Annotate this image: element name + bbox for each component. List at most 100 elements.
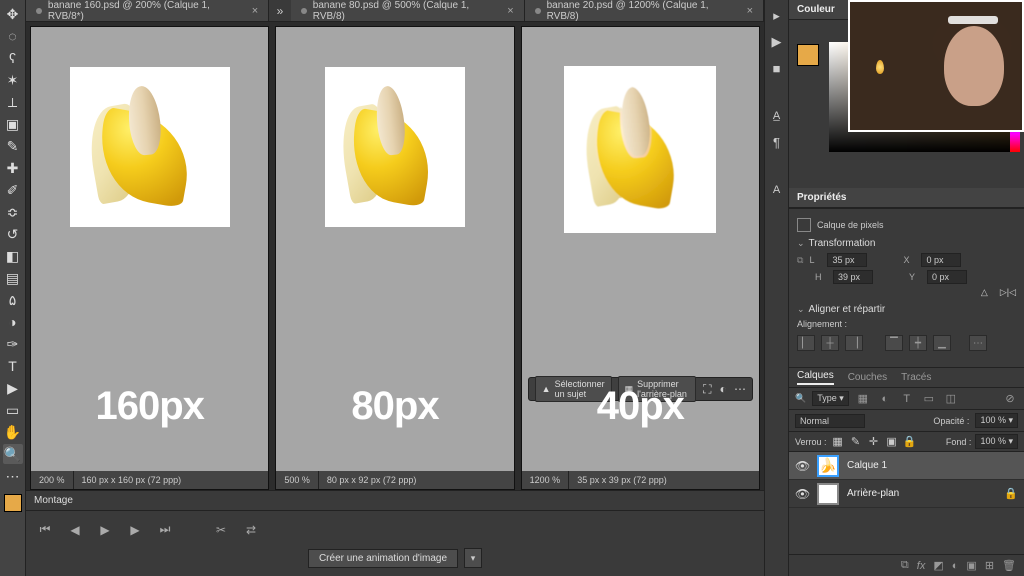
play-icon[interactable]: ▶ [96, 521, 114, 539]
cut-icon[interactable]: ✂ [212, 521, 230, 539]
blend-mode-select[interactable]: Normal [795, 414, 865, 428]
filter-type-icon[interactable]: T [899, 392, 915, 406]
healing-tool[interactable]: ✚ [3, 158, 23, 178]
frame-tool[interactable]: ▣ [3, 114, 23, 134]
filter-image-icon[interactable]: ▦ [855, 392, 871, 406]
history-brush-tool[interactable]: ↺ [3, 224, 23, 244]
lock-pixels-icon[interactable]: ✎ [849, 435, 863, 449]
artboard[interactable] [565, 67, 715, 232]
create-animation-dropdown[interactable]: ▾ [464, 548, 482, 568]
first-frame-icon[interactable]: ⏮ [36, 521, 54, 539]
align-right-icon[interactable]: ▕ [845, 335, 863, 351]
character-icon[interactable]: A̲ [769, 108, 785, 124]
eyedropper-tool[interactable]: ✎ [3, 136, 23, 156]
adjustment-icon[interactable]: ◐ [952, 560, 959, 572]
search-icon[interactable]: 🔍 [795, 393, 806, 404]
close-icon[interactable]: × [747, 5, 753, 17]
zoom-level[interactable]: 500 % [276, 475, 318, 485]
zoom-level[interactable]: 1200 % [522, 475, 569, 485]
crop-tool[interactable]: ⟂ [3, 92, 23, 112]
prev-frame-icon[interactable]: ◀ [66, 521, 84, 539]
create-animation-button[interactable]: Créer une animation d'image [308, 549, 458, 568]
type-tool[interactable]: T [3, 356, 23, 376]
filter-smart-icon[interactable]: ◫ [943, 392, 959, 406]
foreground-background-swatch[interactable] [4, 494, 22, 512]
y-field[interactable]: 0 px [927, 270, 967, 284]
foreground-color-swatch[interactable] [797, 44, 819, 66]
rotate-icon[interactable]: △ [981, 287, 988, 298]
x-field[interactable]: 0 px [921, 253, 961, 267]
filter-type-select[interactable]: Type ▾ [812, 391, 849, 406]
blur-tool[interactable]: ۵ [3, 290, 23, 310]
align-vcenter-icon[interactable]: ┿ [909, 335, 927, 351]
new-layer-icon[interactable]: ⊞ [985, 559, 994, 572]
align-hcenter-icon[interactable]: ┼ [821, 335, 839, 351]
timeline-tab[interactable]: Montage [26, 491, 764, 511]
document-window-3[interactable]: ▲ Sélectionner un sujet ▦ Supprimer l'ar… [521, 26, 760, 490]
wand-tool[interactable]: ✶ [3, 70, 23, 90]
filter-adjust-icon[interactable]: ◐ [877, 392, 893, 406]
zoom-level[interactable]: 200 % [31, 475, 73, 485]
lock-position-icon[interactable]: ✛ [867, 435, 881, 449]
document-window-2[interactable]: 80px 500 % 80 px x 92 px (72 ppp) [275, 26, 514, 490]
path-select-tool[interactable]: ▶ [3, 378, 23, 398]
expand-icon[interactable]: ▸ [769, 8, 785, 24]
zoom-tool[interactable]: 🔍 [3, 444, 23, 464]
dodge-tool[interactable]: ◑ [3, 312, 23, 332]
document-tab-1[interactable]: banane 160.psd @ 200% (Calque 1, RVB/8*)… [26, 0, 269, 21]
pen-tool[interactable]: ✑ [3, 334, 23, 354]
layer-name[interactable]: Calque 1 [847, 460, 887, 471]
brush-tool[interactable]: ✐ [3, 180, 23, 200]
lock-artboard-icon[interactable]: ▣ [885, 435, 899, 449]
hand-tool[interactable]: ✋ [3, 422, 23, 442]
artboard[interactable] [70, 67, 230, 227]
delete-icon[interactable]: 🗑 [1002, 559, 1016, 572]
fx-icon[interactable]: fx [917, 560, 926, 572]
filter-shape-icon[interactable]: ▭ [921, 392, 937, 406]
fill-field[interactable]: 100 % ▾ [975, 434, 1018, 449]
glyphs-icon[interactable]: A [769, 182, 785, 198]
mask-icon[interactable]: ◩ [933, 559, 943, 572]
eraser-tool[interactable]: ◧ [3, 246, 23, 266]
close-icon[interactable]: × [507, 5, 513, 17]
lasso-tool[interactable]: ʕ [3, 48, 23, 68]
layer-thumbnail[interactable]: 🍌 [817, 455, 839, 477]
align-top-icon[interactable]: ▔ [885, 335, 903, 351]
align-left-icon[interactable]: ▏ [797, 335, 815, 351]
transition-icon[interactable]: ⇄ [242, 521, 260, 539]
layer-name[interactable]: Arrière-plan [847, 488, 899, 499]
document-tab-3[interactable]: banane 20.psd @ 1200% (Calque 1, RVB/8) … [525, 0, 764, 21]
comments-icon[interactable]: ■ [769, 60, 785, 76]
link-layers-icon[interactable]: ⧉ [901, 559, 909, 572]
align-more-icon[interactable]: ⋯ [969, 335, 987, 351]
layer-thumbnail[interactable] [817, 483, 839, 505]
marquee-tool[interactable]: ◌ [3, 26, 23, 46]
shape-tool[interactable]: ▭ [3, 400, 23, 420]
paragraph-icon[interactable]: ¶ [769, 134, 785, 150]
document-window-1[interactable]: 160px 200 % 160 px x 160 px (72 ppp) [30, 26, 269, 490]
close-icon[interactable]: × [252, 5, 258, 17]
channels-tab[interactable]: Couches [848, 372, 887, 383]
gradient-tool[interactable]: ▤ [3, 268, 23, 288]
next-frame-icon[interactable]: ▶ [126, 521, 144, 539]
group-icon[interactable]: ▣ [966, 559, 976, 572]
align-bottom-icon[interactable]: ▁ [933, 335, 951, 351]
layer-row[interactable]: 👁 Arrière-plan 🔒 [789, 480, 1024, 508]
layers-tab[interactable]: Calques [797, 370, 834, 385]
play-icon[interactable]: ▶ [769, 34, 785, 50]
document-tab-2[interactable]: banane 80.psd @ 500% (Calque 1, RVB/8) × [291, 0, 525, 21]
tab-overflow[interactable]: » [269, 0, 291, 21]
stamp-tool[interactable]: ≎ [3, 202, 23, 222]
height-field[interactable]: 39 px [833, 270, 873, 284]
artboard[interactable] [325, 67, 465, 227]
visibility-icon[interactable]: 👁 [795, 459, 809, 473]
width-field[interactable]: 35 px [827, 253, 867, 267]
filter-toggle-icon[interactable]: ⊘ [1002, 392, 1018, 406]
flip-horizontal-icon[interactable]: ▷|◁ [1000, 287, 1016, 298]
chevron-down-icon[interactable]: ⌄ [797, 238, 805, 248]
opacity-field[interactable]: 100 % ▾ [975, 413, 1018, 428]
visibility-icon[interactable]: 👁 [795, 487, 809, 501]
chevron-down-icon[interactable]: ⌄ [797, 304, 805, 314]
properties-tab[interactable]: Propriétés [797, 192, 846, 203]
layer-row[interactable]: 👁 🍌 Calque 1 [789, 452, 1024, 480]
